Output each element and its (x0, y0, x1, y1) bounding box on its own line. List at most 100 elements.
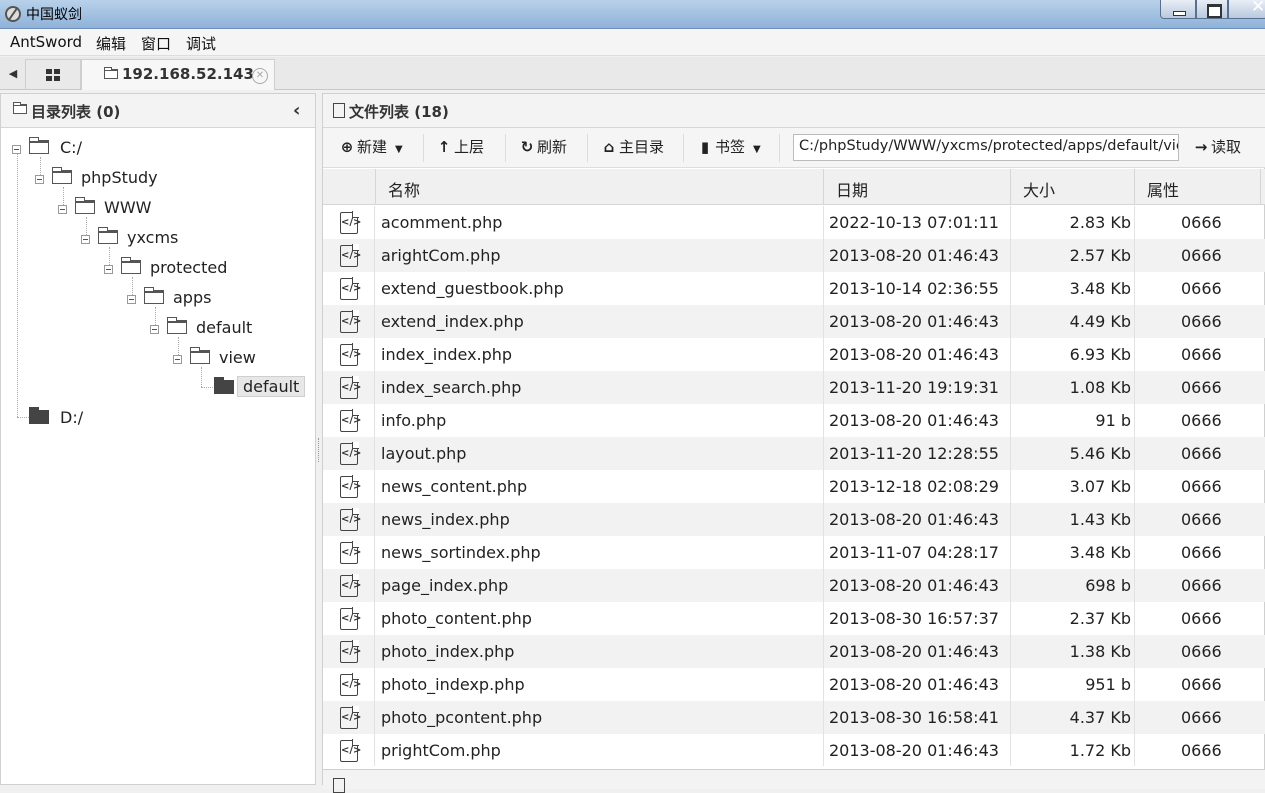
file-list-title: 文件列表 (18) (349, 103, 449, 121)
up-button[interactable]: ↑ 上层 (436, 136, 484, 160)
file-date: 2013-08-20 01:46:43 (829, 741, 999, 760)
php-file-icon: </> (340, 376, 361, 399)
expand-toggle-icon[interactable] (173, 355, 182, 364)
file-grid: </> acomment.php 2022-10-13 07:01:11 2.83 K… (323, 206, 1265, 766)
file-icon-cell: </> (323, 305, 375, 338)
file-name: extend_index.php (381, 312, 524, 331)
menu-edit[interactable]: 编辑 (96, 33, 126, 54)
file-date: 2013-10-14 02:36:55 (829, 279, 999, 298)
file-size: 698 b (1085, 576, 1131, 595)
path-input[interactable]: C:/phpStudy/WWW/yxcms/protected/apps/def… (793, 134, 1179, 161)
file-row[interactable]: </> layout.php 2013-11-20 12:28:55 5.46 Kb 0… (323, 437, 1265, 470)
tree-line (17, 417, 29, 418)
tab-scroll-left-icon[interactable]: ◀ (4, 65, 22, 83)
file-date: 2013-08-20 01:46:43 (829, 576, 999, 595)
file-row[interactable]: </> index_index.php 2013-08-20 01:46:43 6.9… (323, 338, 1265, 371)
collapse-panel-icon[interactable]: ‹ (293, 100, 300, 121)
arrow-right-icon: → (1194, 138, 1208, 156)
close-window-button[interactable] (1228, 0, 1265, 19)
file-row[interactable]: </> page_index.php 2013-08-20 01:46:43 698 … (323, 569, 1265, 602)
home-button-label: 主目录 (619, 138, 665, 156)
file-row[interactable]: </> photo_content.php 2013-08-30 16:57:37 2… (323, 602, 1265, 635)
directory-panel: 目录列表 (0) ‹ C:/ phpStudy WWW yxcms protec… (0, 93, 316, 785)
file-row[interactable]: </> index_search.php 2013-11-20 19:19:31 1.… (323, 371, 1265, 404)
file-date: 2013-08-30 16:58:41 (829, 708, 999, 727)
new-button[interactable]: ⊕ 新建 ▼ (339, 136, 403, 160)
file-attr: 0666 (1181, 510, 1222, 529)
bookmark-icon: ▮ (700, 138, 710, 156)
file-attr: 0666 (1181, 345, 1222, 364)
plus-circle-icon: ⊕ (340, 138, 354, 156)
file-name: acomment.php (381, 213, 503, 232)
file-row[interactable]: </> photo_pcontent.php 2013-08-30 16:58:41… (323, 701, 1265, 734)
menu-antsword[interactable]: AntSword (10, 33, 82, 51)
file-row[interactable]: </> info.php 2013-08-20 01:46:43 91 b 0666 (323, 404, 1265, 437)
expand-toggle-icon[interactable] (127, 295, 136, 304)
expand-toggle-icon[interactable] (58, 205, 67, 214)
file-grid-header: 名称 日期 大小 属性 (323, 169, 1265, 205)
refresh-button[interactable]: ↻ 刷新 (519, 136, 567, 160)
file-row[interactable]: </> arightCom.php 2013-08-20 01:46:43 2.57 … (323, 239, 1265, 272)
php-file-icon: </> (340, 508, 361, 531)
file-name: news_index.php (381, 510, 510, 529)
column-date[interactable]: 日期 (824, 169, 1011, 205)
bookmark-button[interactable]: ▮ 书签 ▼ (697, 136, 761, 160)
home-button[interactable]: ⌂ 主目录 (601, 136, 664, 160)
file-attr: 0666 (1181, 609, 1222, 628)
expand-toggle-icon[interactable] (150, 325, 159, 334)
file-row[interactable]: </> news_content.php 2013-12-18 02:08:29 3.… (323, 470, 1265, 503)
file-date: 2013-11-20 19:19:31 (829, 378, 999, 397)
expand-toggle-icon[interactable] (81, 235, 90, 244)
minimize-button[interactable] (1160, 0, 1196, 19)
column-icon (323, 169, 376, 205)
tab-home[interactable] (25, 59, 81, 89)
menu-window[interactable]: 窗口 (141, 33, 171, 54)
tree-node-label: phpStudy (81, 168, 158, 187)
file-row[interactable]: </> acomment.php 2022-10-13 07:01:11 2.83 K… (323, 206, 1265, 239)
file-row[interactable]: </> news_sortindex.php 2013-11-07 04:28:17… (323, 536, 1265, 569)
file-row[interactable]: </> photo_index.php 2013-08-20 01:46:43 1.3… (323, 635, 1265, 668)
file-attr: 0666 (1181, 642, 1222, 661)
file-size: 91 b (1095, 411, 1131, 430)
file-list-header: 文件列表 (18) (323, 94, 1265, 128)
tab-close-icon[interactable]: ✕ (252, 68, 268, 84)
file-attr: 0666 (1181, 741, 1222, 760)
menu-debug[interactable]: 调试 (186, 33, 216, 54)
file-row[interactable]: </> photo_indexp.php 2013-08-20 01:46:43 95… (323, 668, 1265, 701)
file-attr: 0666 (1181, 246, 1222, 265)
column-name[interactable]: 名称 (376, 169, 824, 205)
refresh-button-label: 刷新 (537, 138, 568, 156)
file-name: index_index.php (381, 345, 513, 364)
toolbar-divider (505, 134, 506, 162)
file-row[interactable]: </> news_index.php 2013-08-20 01:46:43 1.43… (323, 503, 1265, 536)
expand-toggle-icon[interactable] (12, 145, 21, 154)
file-size: 2.37 Kb (1069, 609, 1131, 628)
php-file-icon: </> (340, 475, 361, 498)
expand-toggle-icon[interactable] (35, 175, 44, 184)
tree-node-label: default (237, 376, 306, 397)
file-row[interactable]: </> prightCom.php 2013-08-20 01:46:43 1.72 … (323, 734, 1265, 766)
php-file-icon: </> (340, 541, 361, 564)
folder-icon (104, 67, 118, 79)
file-row[interactable]: </> extend_index.php 2013-08-20 01:46:43 4.… (323, 305, 1265, 338)
file-icon-cell: </> (323, 239, 375, 272)
column-attr[interactable]: 属性 (1135, 169, 1261, 205)
column-size[interactable]: 大小 (1011, 169, 1135, 205)
folder-icon (29, 137, 49, 154)
maximize-button[interactable] (1196, 0, 1228, 19)
file-attr: 0666 (1181, 708, 1222, 727)
expand-toggle-icon[interactable] (104, 265, 113, 274)
file-size: 2.83 Kb (1069, 213, 1131, 232)
file-name: photo_pcontent.php (381, 708, 543, 727)
file-icon-cell: </> (323, 371, 375, 404)
file-size: 951 b (1085, 675, 1131, 694)
read-button[interactable]: → 读取 (1193, 136, 1241, 160)
file-date: 2013-08-20 01:46:43 (829, 510, 999, 529)
tab-host[interactable]: 192.168.52.143 ✕ (81, 59, 275, 90)
file-size: 6.93 Kb (1069, 345, 1131, 364)
file-icon-cell: </> (323, 701, 375, 734)
file-attr: 0666 (1181, 576, 1222, 595)
file-size: 1.38 Kb (1069, 642, 1131, 661)
file-date: 2013-08-20 01:46:43 (829, 675, 999, 694)
file-row[interactable]: </> extend_guestbook.php 2013-10-14 02:36:… (323, 272, 1265, 305)
